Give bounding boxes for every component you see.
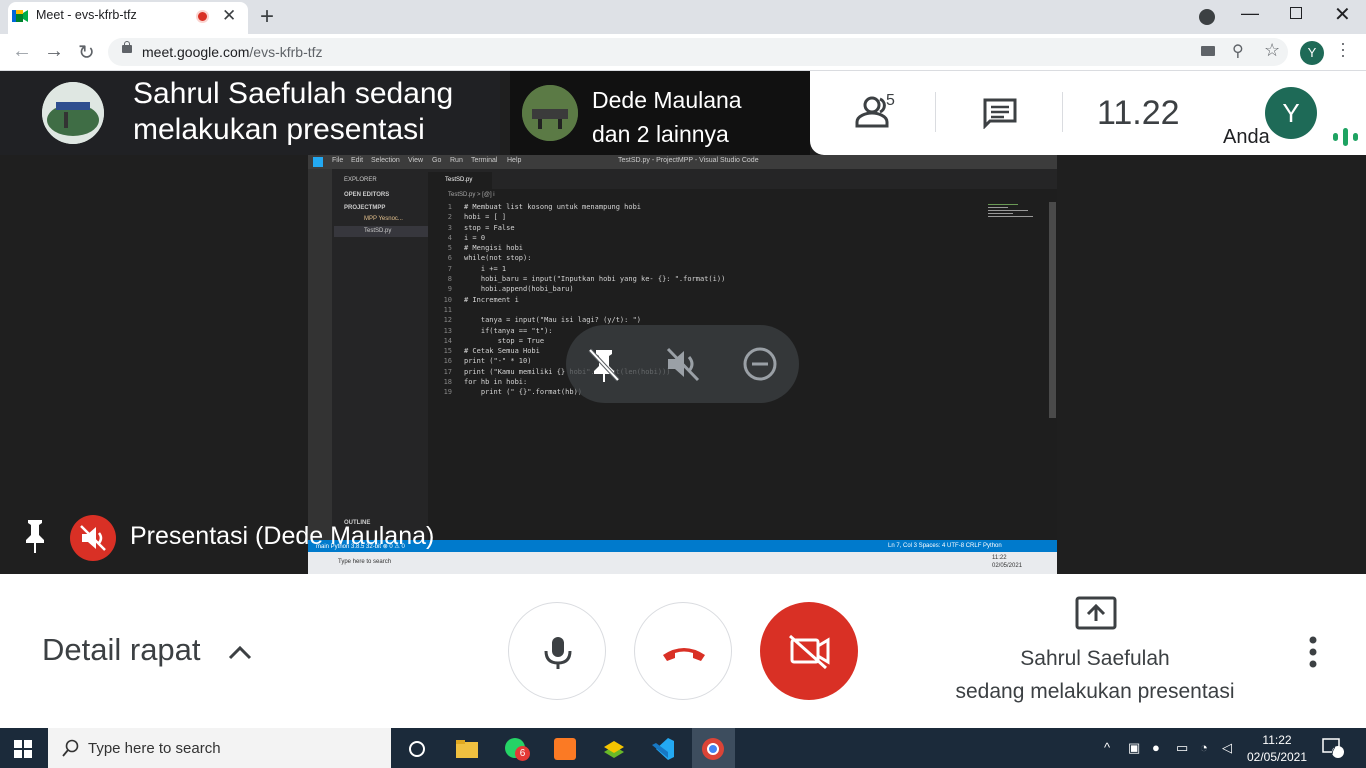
- meeting-details-button[interactable]: Detail rapat: [42, 632, 201, 668]
- meeting-clock: 11.22: [1097, 94, 1180, 132]
- bookmark-star-icon[interactable]: ☆: [1264, 40, 1280, 61]
- back-icon[interactable]: ←: [12, 40, 32, 63]
- shared-taskbar-search: Type here to search: [338, 559, 392, 565]
- divider: [935, 92, 936, 132]
- task-view-icon[interactable]: [404, 736, 430, 762]
- vscode-folder: MPP Yesnoc...: [364, 216, 403, 222]
- presenter-status-text: Sahrul Saefulah sedang melakukan present…: [133, 77, 454, 146]
- vscode-menu-help: Help: [507, 157, 522, 164]
- vscode-explorer-label: EXPLORER: [344, 177, 377, 183]
- vscode-menu-run: Run: [450, 157, 463, 164]
- reload-icon[interactable]: ↻: [78, 40, 95, 65]
- vscode-menu-go: Go: [432, 157, 442, 164]
- divider: [1062, 92, 1063, 132]
- new-tab-icon[interactable]: +: [260, 3, 274, 31]
- tab-title: Meet - evs-kfrb-tfz: [36, 8, 137, 22]
- camera-button[interactable]: [760, 602, 858, 700]
- mute-tile-icon[interactable]: [662, 344, 702, 384]
- vscode-menu-edit: Edit: [351, 157, 364, 164]
- restore-icon[interactable]: [1290, 7, 1302, 19]
- tab-search-icon[interactable]: [1199, 9, 1215, 25]
- vscode-project: PROJECTMPP: [344, 205, 386, 211]
- presenter-avatar: [42, 82, 104, 144]
- pin-icon[interactable]: [22, 518, 48, 554]
- vscode-open-editors: OPEN EDITORS: [344, 192, 390, 198]
- chat-icon[interactable]: [982, 97, 1018, 129]
- vscode-line-numbers: 1 2 3 4 5 6 7 8 9 10 11 12 13 14 15 16 1…: [443, 203, 452, 397]
- vscode-menu-selection: Selection: [371, 157, 400, 164]
- recording-indicator-icon: [196, 10, 209, 23]
- microphone-button[interactable]: [508, 602, 606, 700]
- chevron-up-icon[interactable]: [226, 638, 254, 666]
- meet-tray-icon[interactable]: ▣: [1128, 740, 1140, 756]
- vscode-tab-label: TestSD.py: [445, 177, 473, 183]
- vscode-menu-file: File: [332, 157, 344, 164]
- forward-icon[interactable]: →: [44, 40, 64, 63]
- hangup-icon: [663, 648, 705, 661]
- taskbar-clock[interactable]: 11:22 02/05/2021: [1246, 732, 1308, 766]
- zoom-icon[interactable]: ⚲: [1232, 41, 1244, 61]
- bluestacks-icon[interactable]: [601, 736, 627, 762]
- shared-taskbar-time: 11:22: [992, 555, 1007, 561]
- file-explorer-icon[interactable]: [454, 736, 480, 762]
- mic-off-badge: [70, 515, 116, 561]
- chrome-icon[interactable]: [700, 736, 726, 762]
- whatsapp-badge: 6: [515, 746, 530, 761]
- people-count-badge: 5: [886, 92, 895, 109]
- window-close-icon[interactable]: ✕: [1334, 2, 1351, 27]
- more-options-icon[interactable]: [1304, 634, 1322, 670]
- self-avatar: Y: [1265, 87, 1317, 139]
- camera-permission-icon[interactable]: [1201, 46, 1215, 56]
- lock-icon[interactable]: [122, 45, 132, 53]
- speaking-indicator-icon: [1333, 128, 1358, 146]
- vscode-sidebar: [332, 169, 428, 540]
- tab-close-icon[interactable]: ✕: [222, 6, 236, 26]
- tray-chevron-icon[interactable]: ^: [1104, 740, 1110, 755]
- mic-tray-icon[interactable]: ●: [1152, 740, 1160, 755]
- minimize-icon[interactable]: —: [1241, 3, 1259, 24]
- mic-icon: [544, 637, 572, 669]
- shared-taskbar-date: 02/05/2021: [992, 563, 1023, 569]
- notifications-count: 7: [1330, 746, 1336, 757]
- mic-off-icon: [80, 525, 106, 551]
- browser-menu-icon[interactable]: · · ·: [1340, 34, 1346, 64]
- vscode-tab-bar: [428, 169, 1057, 189]
- self-label: Anda: [1223, 126, 1270, 148]
- remove-icon[interactable]: [740, 344, 780, 384]
- vscode-status-right: Ln 7, Col 3 Spaces: 4 UTF-8 CRLF Python: [888, 543, 1002, 549]
- hangup-button[interactable]: [634, 602, 732, 700]
- presenting-status[interactable]: Sahrul Saefulah sedang melakukan present…: [900, 642, 1290, 708]
- xampp-icon[interactable]: [552, 736, 578, 762]
- windows-start-icon[interactable]: [14, 740, 32, 758]
- profile-avatar[interactable]: Y: [1300, 41, 1324, 65]
- vscode-activity-bar: [308, 169, 332, 540]
- vscode-scrollbar: [1049, 202, 1056, 418]
- meet-favicon-icon: [12, 10, 28, 22]
- search-icon: [62, 739, 79, 757]
- unpin-icon[interactable]: [584, 344, 624, 384]
- url-text[interactable]: meet.google.com/evs-kfrb-tfz: [142, 44, 323, 60]
- presentation-label: Presentasi (Dede Maulana): [130, 522, 435, 550]
- vscode-window-title: TestSD.py - ProjectMPP - Visual Studio C…: [618, 157, 759, 164]
- volume-icon[interactable]: ◁: [1222, 740, 1232, 756]
- camera-off-icon: [789, 634, 830, 670]
- present-icon[interactable]: [1075, 596, 1117, 630]
- vscode-logo-icon: [313, 157, 323, 167]
- participant-avatar: [522, 85, 578, 141]
- vscode-menu-terminal: Terminal: [471, 157, 498, 164]
- wifi-icon[interactable]: ◔: [1200, 740, 1208, 755]
- vscode-icon[interactable]: [650, 736, 676, 762]
- vscode-file: TestSD.py: [364, 228, 392, 234]
- vscode-menu-view: View: [408, 157, 424, 164]
- vscode-minimap: [988, 202, 1048, 222]
- taskbar-search-placeholder: Type here to search: [88, 740, 221, 757]
- participants-text: Dede Maulana dan 2 lainnya: [592, 87, 742, 147]
- battery-icon[interactable]: ▭: [1176, 740, 1188, 756]
